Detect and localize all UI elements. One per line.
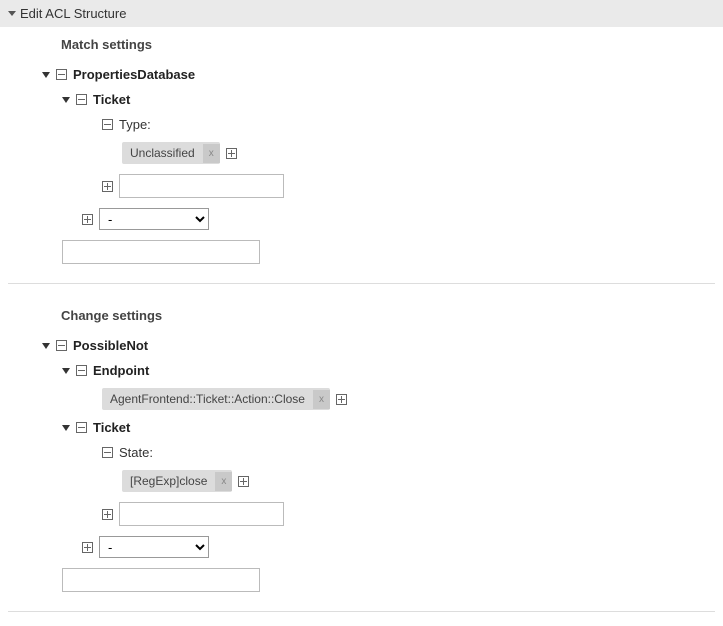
endpoint-tag-text: AgentFrontend::Ticket::Action::Close (102, 388, 313, 410)
change-state-value-row: [RegExp]close x (0, 465, 723, 497)
section-divider (8, 611, 715, 612)
endpoint-tag: AgentFrontend::Ticket::Action::Close x (102, 388, 330, 410)
new-item-input[interactable] (62, 240, 260, 264)
collapse-box-icon[interactable] (102, 447, 113, 458)
attribute-select[interactable]: - (99, 208, 209, 230)
section-divider (8, 283, 715, 284)
change-root-label: PossibleNot (73, 338, 148, 353)
add-box-icon[interactable] (238, 476, 249, 487)
attribute-select[interactable]: - (99, 536, 209, 558)
change-ticket-label: Ticket (93, 420, 130, 435)
add-box-icon[interactable] (226, 148, 237, 159)
change-root-add-row (0, 563, 723, 597)
add-box-icon[interactable] (82, 542, 93, 553)
new-value-input[interactable] (119, 174, 284, 198)
collapse-box-icon[interactable] (56, 340, 67, 351)
add-box-icon[interactable] (336, 394, 347, 405)
expand-toggle-icon[interactable] (42, 72, 50, 78)
expand-toggle-icon[interactable] (62, 368, 70, 374)
remove-tag-button[interactable]: x (313, 390, 330, 409)
match-root-add-row (0, 235, 723, 269)
change-endpoint-row: Endpoint (0, 358, 723, 383)
change-ticket-add-row: - (0, 531, 723, 563)
match-ticket-row: Ticket (0, 87, 723, 112)
match-type-label: Type: (119, 117, 151, 132)
change-settings-heading: Change settings (0, 298, 723, 333)
match-root-label: PropertiesDatabase (73, 67, 195, 82)
new-item-input[interactable] (62, 568, 260, 592)
match-ticket-add-row: - (0, 203, 723, 235)
match-type-row: Type: (0, 112, 723, 137)
expand-toggle-icon[interactable] (62, 425, 70, 431)
panel-title: Edit ACL Structure (20, 6, 126, 21)
collapse-box-icon[interactable] (76, 422, 87, 433)
change-root-row: PossibleNot (0, 333, 723, 358)
add-box-icon[interactable] (82, 214, 93, 225)
match-type-value-row: Unclassified x (0, 137, 723, 169)
match-ticket-label: Ticket (93, 92, 130, 107)
add-box-icon[interactable] (102, 509, 113, 520)
collapse-box-icon[interactable] (76, 94, 87, 105)
type-tag-text: Unclassified (122, 142, 203, 164)
remove-tag-button[interactable]: x (215, 472, 232, 491)
collapse-box-icon[interactable] (102, 119, 113, 130)
change-state-add-row (0, 497, 723, 531)
collapse-box-icon[interactable] (56, 69, 67, 80)
change-state-label: State: (119, 445, 153, 460)
state-tag: [RegExp]close x (122, 470, 232, 492)
match-root-row: PropertiesDatabase (0, 62, 723, 87)
change-ticket-row: Ticket (0, 415, 723, 440)
panel-header[interactable]: Edit ACL Structure (0, 0, 723, 27)
match-type-add-row (0, 169, 723, 203)
remove-tag-button[interactable]: x (203, 144, 220, 163)
type-tag: Unclassified x (122, 142, 220, 164)
change-endpoint-label: Endpoint (93, 363, 149, 378)
state-tag-text: [RegExp]close (122, 470, 215, 492)
change-state-row: State: (0, 440, 723, 465)
collapse-caret-icon (8, 11, 16, 16)
expand-toggle-icon[interactable] (62, 97, 70, 103)
add-box-icon[interactable] (102, 181, 113, 192)
new-value-input[interactable] (119, 502, 284, 526)
change-endpoint-value-row: AgentFrontend::Ticket::Action::Close x (0, 383, 723, 415)
expand-toggle-icon[interactable] (42, 343, 50, 349)
match-settings-heading: Match settings (0, 27, 723, 62)
collapse-box-icon[interactable] (76, 365, 87, 376)
